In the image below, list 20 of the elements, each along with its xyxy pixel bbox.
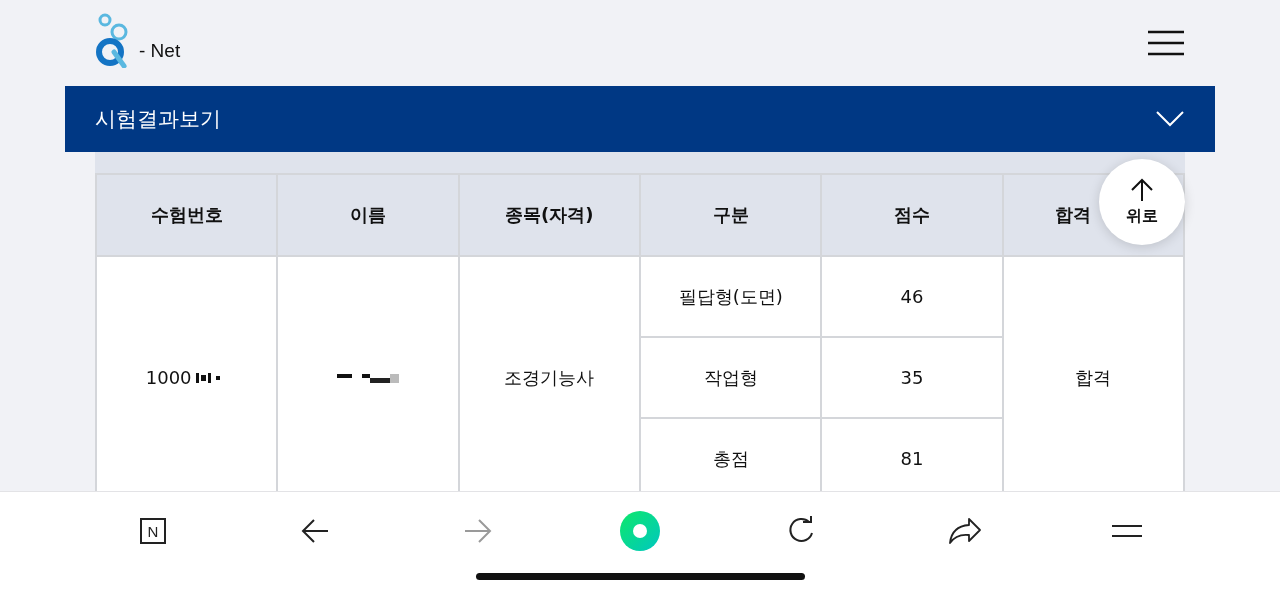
logo-text: - Net [139, 40, 181, 62]
table-cell: 46 [821, 256, 1003, 337]
section-bar[interactable]: 시험결과보기 [65, 86, 1215, 152]
section-title: 시험결과보기 [95, 106, 221, 133]
column-header: 수험번호 [96, 174, 278, 256]
share-icon[interactable] [947, 517, 982, 545]
table-cell: 작업형 [640, 337, 822, 418]
arrow-up-icon [1130, 177, 1154, 202]
menu-icon[interactable] [1147, 30, 1185, 56]
column-header: 종목(자격) [458, 174, 640, 256]
back-icon[interactable] [301, 519, 330, 543]
menu-icon[interactable] [1110, 524, 1143, 538]
table-cell: 필답형(도면) [640, 256, 822, 337]
chevron-icon[interactable] [1155, 110, 1185, 128]
exam-number: 1000 [145, 367, 192, 388]
column-header: 구분 [640, 174, 822, 256]
column-header: 점수 [821, 174, 1003, 256]
column-header: 이름 [277, 174, 459, 256]
home-button[interactable]: N [140, 518, 166, 544]
redaction-drawing [337, 374, 399, 384]
